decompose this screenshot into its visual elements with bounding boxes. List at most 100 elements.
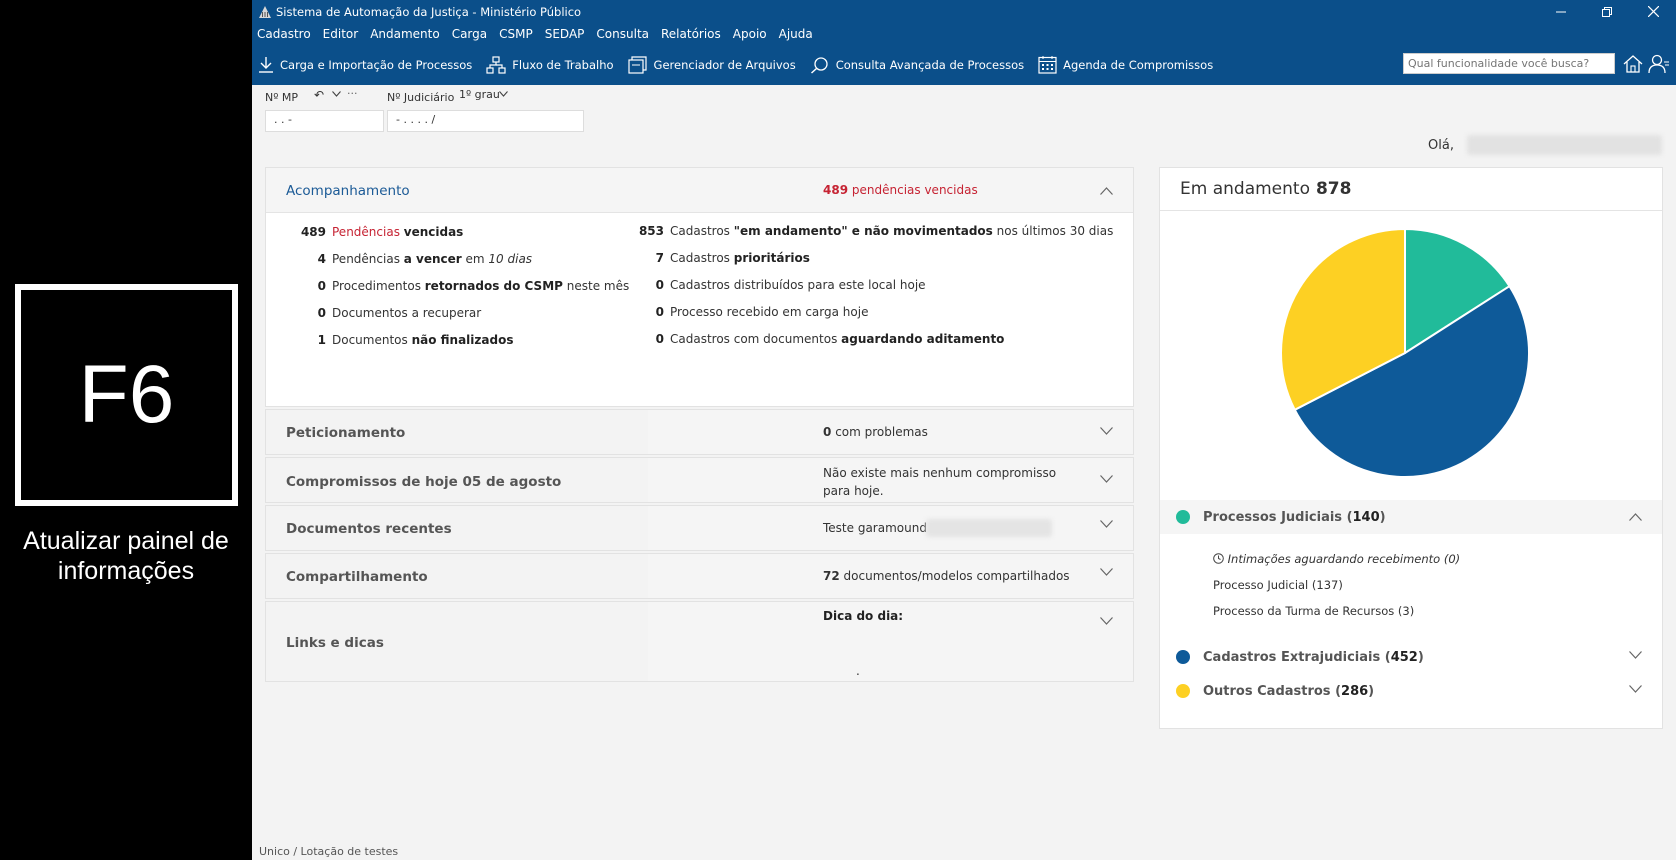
tip-of-day-text: . — [856, 664, 860, 678]
menu-relatorios[interactable]: Relatórios — [659, 27, 723, 41]
legend-processos-judiciais[interactable]: Processos Judiciais (140) — [1160, 500, 1662, 534]
gerenciador-arquivos-button[interactable]: Gerenciador de Arquivos — [627, 55, 796, 74]
feature-search-input[interactable] — [1403, 53, 1615, 74]
undo-icon[interactable]: ↶ — [314, 88, 324, 102]
user-name-redacted — [1467, 135, 1662, 155]
stat-count: 0 — [655, 278, 664, 292]
em-andamento-total: 878 — [1315, 179, 1352, 199]
screen: F6 Atualizar painel de informações Siste… — [0, 0, 1676, 860]
mp-number-input[interactable]: . . - — [265, 110, 384, 132]
chevron-up-icon[interactable] — [1629, 513, 1642, 521]
restore-icon — [1602, 6, 1612, 17]
problems-count: 0 — [823, 425, 832, 439]
legend-extrajudiciais-count: 452 — [1390, 649, 1418, 665]
toolbar: Carga e Importação de Processos Fluxo de… — [252, 44, 1676, 85]
consulta-avancada-button[interactable]: Consulta Avançada de Processos — [810, 56, 1024, 74]
intimacoes-label: Intimações aguardando recebimento (0) — [1227, 552, 1461, 566]
legend-judiciais-count: 140 — [1352, 509, 1380, 525]
workflow-icon — [486, 55, 506, 74]
compromissos-summary: Não existe mais nenhum compromisso para … — [823, 466, 1057, 498]
stat-row[interactable]: 0 Procedimentos retornados do CSMP neste … — [290, 279, 630, 293]
processo-judicial-item[interactable]: Processo Judicial (137) — [1213, 578, 1343, 592]
degree-select[interactable]: 1º grau — [459, 88, 500, 101]
em-andamento-header: Em andamento 878 — [1160, 168, 1662, 211]
window-controls — [1538, 0, 1676, 23]
minimize-icon — [1556, 11, 1566, 12]
stat-row[interactable]: 7 Cadastros prioritários — [636, 251, 810, 265]
stat-count: 0 — [317, 306, 326, 320]
stat-count: 489 — [300, 225, 326, 239]
fluxo-trabalho-button[interactable]: Fluxo de Trabalho — [486, 55, 614, 74]
menu-csmp[interactable]: CSMP — [497, 27, 535, 41]
stat-text: Pendências — [332, 225, 404, 239]
stat-row[interactable]: 4 Pendências a vencer em 10 dias — [290, 252, 532, 266]
menu-andamento[interactable]: Andamento — [368, 27, 442, 41]
user-icon[interactable] — [1648, 54, 1670, 74]
menu-editor[interactable]: Editor — [321, 27, 361, 41]
intimacoes-item[interactable]: Intimações aguardando recebimento (0) — [1213, 552, 1460, 566]
stat-text: Documentos — [332, 333, 412, 347]
em-andamento-title: Em andamento — [1180, 179, 1310, 199]
download-icon — [259, 56, 273, 73]
tip-of-day-label: Dica do dia: — [823, 609, 904, 623]
chevron-down-icon[interactable] — [1629, 685, 1642, 693]
stat-text: Documentos a recuperar — [332, 306, 482, 320]
menu-carga[interactable]: Carga — [450, 27, 489, 41]
consulta-avancada-label: Consulta Avançada de Processos — [835, 57, 1025, 72]
stat-row[interactable]: 0 Processo recebido em carga hoje — [636, 305, 869, 319]
documentos-recentes-title: Documentos recentes — [286, 521, 452, 537]
stat-row[interactable]: 0 Documentos a recuperar — [290, 306, 482, 320]
menu-ajuda[interactable]: Ajuda — [777, 27, 815, 41]
chevron-down-icon[interactable] — [1100, 617, 1113, 625]
recent-document-name[interactable]: Teste garamound — [823, 521, 927, 535]
menu-cadastro[interactable]: Cadastro — [255, 27, 313, 41]
restore-button[interactable] — [1584, 0, 1630, 23]
peticionamento-panel[interactable]: Peticionamento 0 com problemas — [265, 409, 1134, 455]
advanced-search-icon — [810, 56, 828, 74]
chevron-down-icon[interactable] — [1100, 475, 1113, 483]
legend-outros-count: 286 — [1341, 683, 1369, 699]
links-dicas-title: Links e dicas — [286, 635, 384, 651]
compartilhamento-title: Compartilhamento — [286, 569, 428, 585]
stat-row[interactable]: 0 Cadastros com documentos aguardando adi… — [636, 332, 1005, 346]
chevron-down-icon[interactable] — [1100, 568, 1113, 576]
documentos-recentes-panel[interactable]: Documentos recentes Teste garamound — [265, 505, 1134, 551]
menu-apoio[interactable]: Apoio — [731, 27, 769, 41]
close-button[interactable] — [1630, 0, 1676, 23]
home-icon[interactable] — [1623, 54, 1643, 74]
stat-row[interactable]: 489 Pendências vencidas — [290, 225, 463, 239]
chevron-down-icon[interactable] — [1100, 520, 1113, 528]
peticionamento-summary: 0 com problemas — [823, 425, 928, 439]
stat-row[interactable]: 0 Cadastros distribuídos para este local … — [636, 278, 926, 292]
agenda-compromissos-button[interactable]: Agenda de Compromissos — [1038, 55, 1213, 74]
chevron-down-icon[interactable] — [1629, 651, 1642, 659]
stat-row[interactable]: 853 Cadastros "em andamento" e não movime… — [636, 224, 1113, 238]
stat-text: Processo recebido em carga hoje — [670, 305, 869, 319]
carga-importacao-button[interactable]: Carga e Importação de Processos — [258, 56, 472, 74]
menu-bar: Cadastro Editor Andamento Carga CSMP SED… — [252, 23, 1676, 44]
judicial-number-input[interactable]: - . . . . / — [387, 110, 584, 132]
peticionamento-title: Peticionamento — [286, 425, 406, 441]
compromissos-panel[interactable]: Compromissos de hoje 05 de agosto Não ex… — [265, 457, 1134, 503]
more-icon[interactable]: ··· — [347, 87, 358, 100]
menu-consulta[interactable]: Consulta — [594, 27, 651, 41]
legend-cadastros-extrajudiciais[interactable]: Cadastros Extrajudiciais (452) — [1160, 640, 1662, 674]
stat-row[interactable]: 1 Documentos não finalizados — [290, 333, 514, 347]
compromissos-title: Compromissos de hoje 05 de agosto — [286, 474, 562, 490]
window-title: Sistema de Automação da Justiça - Minist… — [276, 4, 582, 19]
stat-text: nos últimos 30 dias — [992, 224, 1114, 238]
turma-recursos-item[interactable]: Processo da Turma de Recursos (3) — [1213, 604, 1414, 618]
compartilhamento-panel[interactable]: Compartilhamento 72 documentos/modelos c… — [265, 553, 1134, 599]
minimize-button[interactable] — [1538, 0, 1584, 23]
links-dicas-panel[interactable]: Links e dicas Dica do dia: . — [265, 601, 1134, 682]
chevron-down-icon[interactable] — [1100, 427, 1113, 435]
stat-count: 4 — [317, 252, 326, 266]
legend-outros-cadastros[interactable]: Outros Cadastros (286) — [1160, 674, 1662, 708]
stat-text: Cadastros — [670, 251, 734, 265]
acompanhamento-header[interactable]: Acompanhamento 489 pendências vencidas — [266, 168, 1133, 213]
menu-sedap[interactable]: SEDAP — [543, 27, 587, 41]
chevron-down-icon[interactable] — [332, 91, 341, 97]
chevron-up-icon[interactable] — [1100, 187, 1113, 195]
stat-text: aguardando aditamento — [841, 332, 1005, 346]
degree-chevron-icon[interactable] — [499, 91, 508, 97]
